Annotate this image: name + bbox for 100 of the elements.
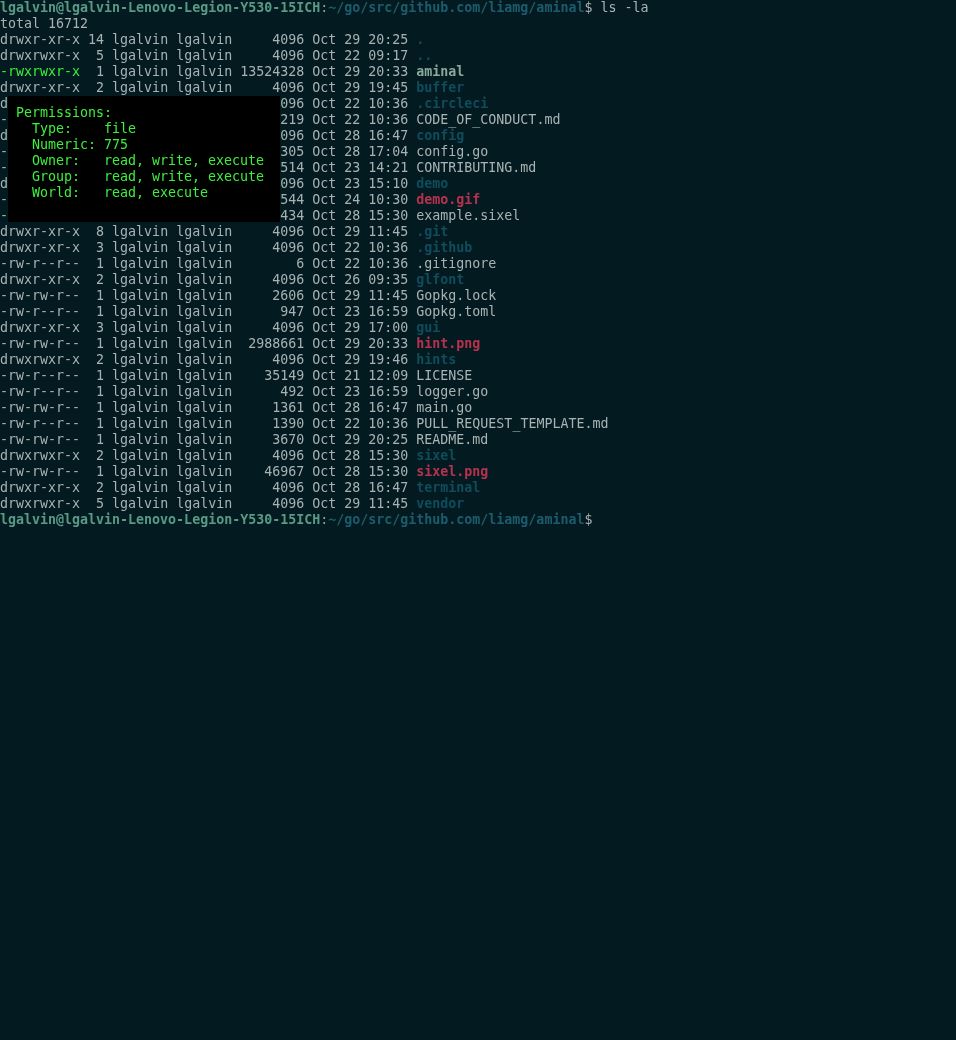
file-name: config [416,128,465,144]
tooltip-value: read, write, execute [104,153,266,169]
file-permissions: - [0,192,8,208]
file-name: hints [416,352,457,368]
file-details: 1 lgalvin lgalvin 46967 Oct 28 15:30 [95,464,409,480]
file-details: 5 lgalvin lgalvin 4096 Oct 29 11:45 [95,496,409,512]
tooltip-value: read, write, execute [104,169,266,185]
file-name: README.md [416,432,489,448]
file-name: Gopkg.toml [416,304,497,320]
file-permissions: drwxrwxr-x [0,448,81,464]
file-name: logger.go [416,384,489,400]
file-details: 514 Oct 23 14:21 [280,160,409,176]
file-details: 1 lgalvin lgalvin 2606 Oct 29 11:45 [95,288,409,304]
tooltip-value: file [104,121,138,137]
file-details: 1 lgalvin lgalvin 35149 Oct 21 12:09 [95,368,409,384]
file-details: 1 lgalvin lgalvin 947 Oct 23 16:59 [95,304,409,320]
file-permissions: drwxr-xr-x [0,480,81,496]
file-details: 096 Oct 22 10:36 [280,96,409,112]
file-details: 2 lgalvin lgalvin 4096 Oct 28 15:30 [95,448,409,464]
file-permissions: d [0,176,8,192]
file-permissions: -rw-rw-r-- [0,288,81,304]
file-permissions: d [0,128,8,144]
file-permissions: -rwxrwxr-x [0,64,81,80]
file-name: .circleci [416,96,489,112]
file-permissions: -rw-r--r-- [0,256,81,272]
prompt-separator: : [320,0,329,16]
file-permissions: -rw-r--r-- [0,368,81,384]
prompt-symbol: $ [584,0,593,16]
file-details: 1 lgalvin lgalvin 3670 Oct 29 20:25 [95,432,409,448]
tooltip-value: 775 [104,137,130,153]
tooltip-label: Owner: [32,153,82,169]
file-permissions: -rw-rw-r-- [0,432,81,448]
file-name: gui [416,320,441,336]
file-details: 8 lgalvin lgalvin 4096 Oct 29 11:45 [95,224,409,240]
file-name: CODE_OF_CONDUCT.md [416,112,561,128]
file-details: 14 lgalvin lgalvin 4096 Oct 29 20:25 [88,32,409,48]
file-permissions: drwxr-xr-x [0,32,81,48]
file-name: .. [416,48,433,64]
file-name: demo.gif [416,192,481,208]
file-name: main.go [416,400,473,416]
file-details: 1 lgalvin lgalvin 6 Oct 22 10:36 [95,256,409,272]
file-name: example.sixel [416,208,521,224]
file-details: 1 lgalvin lgalvin 13524328 Oct 29 20:33 [95,64,409,80]
file-permissions: drwxrwxr-x [0,352,81,368]
file-name: PULL_REQUEST_TEMPLATE.md [416,416,609,432]
file-permissions: -rw-rw-r-- [0,336,81,352]
prompt-user-host: lgalvin@lgalvin-Lenovo-Legion-Y530-15ICH [0,512,321,528]
file-details: 1 lgalvin lgalvin 1361 Oct 28 16:47 [95,400,409,416]
file-permissions: -rw-rw-r-- [0,400,81,416]
tooltip-value: read, execute [104,185,210,201]
file-name: sixel [416,448,457,464]
prompt-symbol: $ [584,512,593,528]
file-name: aminal [416,64,465,80]
prompt-path: ~/go/src/github.com/liamg/aminal [328,512,585,528]
file-permissions: -rw-r--r-- [0,304,81,320]
file-details: 5 lgalvin lgalvin 4096 Oct 22 09:17 [95,48,409,64]
file-permissions: drwxr-xr-x [0,80,81,96]
tooltip-label: Type: [32,121,74,137]
file-details: 3 lgalvin lgalvin 4096 Oct 22 10:36 [95,240,409,256]
file-name: demo [416,176,449,192]
tooltip-label: World: [32,185,82,201]
prompt-user-host: lgalvin@lgalvin-Lenovo-Legion-Y530-15ICH [0,0,321,16]
file-permissions: drwxrwxr-x [0,496,81,512]
file-name: . [416,32,425,48]
command-text: ls -la [600,0,649,16]
file-details: 2 lgalvin lgalvin 4096 Oct 26 09:35 [95,272,409,288]
file-permissions: -rw-r--r-- [0,384,81,400]
file-permissions: drwxrwxr-x [0,48,81,64]
file-details: 096 Oct 23 15:10 [280,176,409,192]
file-permissions: - [0,144,8,160]
file-name: .gitignore [416,256,497,272]
file-permissions: - [0,160,8,176]
file-permissions: drwxr-xr-x [0,320,81,336]
file-name: terminal [416,480,481,496]
file-name: buffer [416,80,465,96]
file-permissions: -rw-rw-r-- [0,464,81,480]
prompt-path: ~/go/src/github.com/liamg/aminal [328,0,585,16]
file-name: .github [416,240,473,256]
file-permissions: drwxr-xr-x [0,240,81,256]
file-details: 2 lgalvin lgalvin 4096 Oct 29 19:45 [95,80,409,96]
file-name: config.go [416,144,489,160]
file-permissions: drwxr-xr-x [0,272,81,288]
file-name: sixel.png [416,464,489,480]
tooltip-label: Numeric: [32,137,98,153]
file-details: 1 lgalvin lgalvin 2988661 Oct 29 20:33 [95,336,409,352]
file-details: 1 lgalvin lgalvin 492 Oct 23 16:59 [95,384,409,400]
file-name: LICENSE [416,368,473,384]
prompt-separator: : [320,512,329,528]
file-name: hint.png [416,336,481,352]
file-details: 219 Oct 22 10:36 [280,112,409,128]
file-permissions: - [0,112,8,128]
file-details: 544 Oct 24 10:30 [280,192,409,208]
file-details: 096 Oct 28 16:47 [280,128,409,144]
file-details: 2 lgalvin lgalvin 4096 Oct 29 19:46 [95,352,409,368]
file-permissions: - [0,208,8,224]
tooltip-label: Group: [32,169,82,185]
file-name: vendor [416,496,465,512]
file-name: CONTRIBUTING.md [416,160,537,176]
file-details: 305 Oct 28 17:04 [280,144,409,160]
file-permissions: -rw-r--r-- [0,416,81,432]
